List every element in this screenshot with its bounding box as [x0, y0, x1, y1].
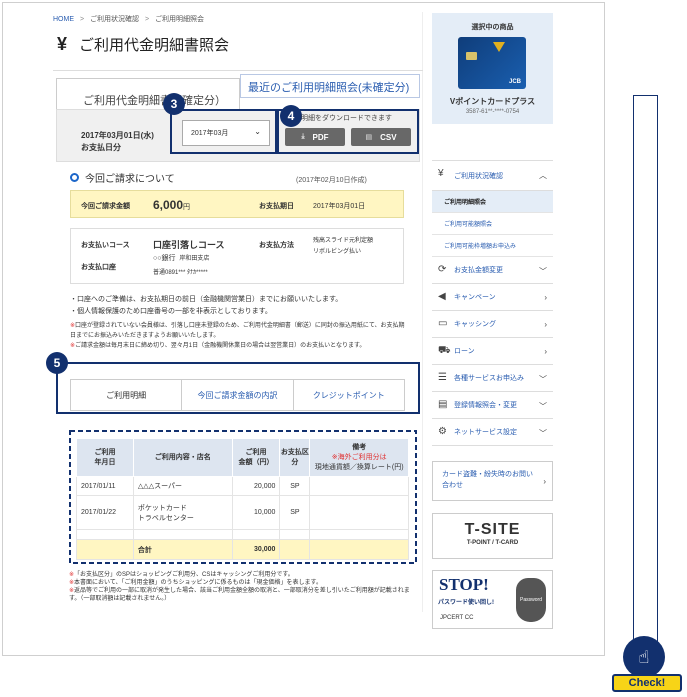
tab-recent-unconfirmed[interactable]: 最近のご利用明細照会(未確定分): [240, 74, 420, 98]
table-footnotes: ※「お支払区分」のSPはショッピングご利用分、CSはキャッシングご利用分です。 …: [69, 572, 410, 602]
chevron-down-icon: ﹀: [539, 402, 547, 411]
sidebar-sub-available[interactable]: ご利用可能額照会: [432, 213, 553, 235]
document-icon: ▤: [438, 399, 448, 410]
payment-notes: ・口座へのご準備は、お支払期日の前日（金融機関営業日）までにお願いいたします。 …: [70, 296, 343, 315]
page-title-text: ご利用代金明細書照会: [79, 37, 230, 54]
tab-credit-point[interactable]: クレジットポイント: [292, 380, 404, 410]
col-header-amount: ご利用 金額（円）: [231, 438, 281, 477]
table-row: 2017/01/11 △△△スーパー 20,000 SP: [76, 476, 409, 496]
breadcrumb: HOME > ご利用状況確認 > ご利用明細照会: [53, 16, 204, 23]
chevron-right-icon: ›: [544, 347, 547, 356]
sidebar-sub-statement[interactable]: ご利用明細照会: [432, 191, 553, 213]
month-select[interactable]: 2017年03月 ⌄: [182, 120, 270, 146]
tab-usage-detail[interactable]: ご利用明細: [71, 380, 182, 410]
list-icon: ☰: [438, 372, 447, 383]
table-row: [76, 529, 409, 540]
chevron-up-icon: ︿: [539, 171, 547, 180]
sidebar-item-loan[interactable]: ⛟ ローン ›: [432, 338, 553, 365]
total-amount: 30,000: [231, 539, 281, 560]
statement-date: 2017年03月01日(水) お支払日分: [81, 131, 154, 152]
payment-course: 口座引落しコース: [153, 240, 225, 250]
stop-password-banner[interactable]: STOP! パスワード使い回し! JPCERT CC Password: [432, 570, 553, 629]
card-number: 3587-61**-****-0754: [465, 109, 520, 115]
tsite-logo: T-SITE: [464, 521, 521, 538]
chevron-down-icon: ⌄: [254, 127, 261, 136]
sidebar-item-net-settings[interactable]: ⚙ ネットサービス設定 ﹀: [432, 419, 553, 446]
breadcrumb-home[interactable]: HOME: [53, 16, 74, 23]
account-number: 普通0891*** ﾀﾅｶ*****: [153, 270, 208, 276]
col-header-shop: ご利用内容・店名: [132, 438, 233, 477]
tab-confirmed-statement[interactable]: ご利用代金明細書（確定分）: [56, 78, 240, 110]
tab-billing-breakdown[interactable]: 今回ご請求金額の内訳: [181, 380, 292, 410]
credit-card-icon: ▭: [438, 318, 448, 329]
card-image: JCB: [458, 37, 526, 89]
card-chip-icon: [466, 52, 477, 60]
pointer-hand-icon: ☝: [623, 636, 665, 678]
page-title: ¥ ご利用代金明細書照会: [57, 34, 229, 55]
sidebar-item-services[interactable]: ☰ 各種サービスお申込み ﹀: [432, 365, 553, 392]
sidebar-item-payment-change[interactable]: ⟳ お支払金額変更 ﹀: [432, 257, 553, 284]
chevron-right-icon: ›: [544, 320, 547, 329]
billing-created-date: (2017年02月10日作成): [296, 177, 367, 184]
main-content: HOME > ご利用状況確認 > ご利用明細照会 ¥ ご利用代金明細書照会 ご利…: [46, 12, 423, 612]
pdf-icon: ⤓: [301, 133, 305, 140]
download-note: 明細をダウンロードできます: [301, 115, 392, 122]
breadcrumb-usage[interactable]: ご利用状況確認: [90, 16, 139, 23]
tsite-banner[interactable]: T-SITE T-POINT / T-CARD: [432, 513, 553, 559]
col-header-type: お支払区分: [279, 438, 311, 477]
csv-download-button[interactable]: ▤ CSV: [351, 128, 411, 146]
sidebar-item-cashing[interactable]: ▭ キャッシング ›: [432, 311, 553, 338]
billing-amount: 6,000円: [153, 198, 191, 212]
sidebar-sub-increase[interactable]: ご利用可能枠増額お申込み: [432, 235, 553, 257]
usage-table: ご利用 年月日 ご利用内容・店名 ご利用 金額（円） お支払区分 備考 ※海外ご利用分…: [76, 438, 409, 560]
payment-due-date: 2017年03月01日: [313, 203, 366, 210]
chevron-down-icon: ﹀: [539, 375, 547, 384]
csv-icon: ▤: [365, 134, 373, 141]
pdf-download-button[interactable]: ⤓ PDF: [285, 128, 345, 146]
breadcrumb-current: ご利用明細照会: [155, 16, 204, 23]
refresh-icon: ⟳: [438, 264, 447, 275]
detail-tab-bar: ご利用明細 今回ご請求金額の内訳 クレジットポイント: [70, 379, 405, 411]
sidebar-item-campaign[interactable]: ◀ キャンペーン ›: [432, 284, 553, 311]
step-badge-3: 3: [163, 93, 185, 115]
table-total-row: 合計 30,000: [76, 539, 409, 560]
yen-icon: ¥: [57, 34, 68, 54]
col-header-date: ご利用 年月日: [76, 438, 134, 477]
card-emblem-icon: [493, 42, 505, 52]
card-name: Vポイントカードプラス: [449, 97, 536, 106]
megaphone-icon: ◀: [438, 291, 446, 302]
lost-card-link[interactable]: カード盗難・紛失時のお問い合わせ ›: [432, 461, 553, 501]
chevron-down-icon: ﹀: [539, 429, 547, 438]
table-row: 2017/01/22 ポケットカード トラベルセンター 10,000 SP: [76, 495, 409, 530]
selected-card-panel: 選択中の商品 JCB Vポイントカードプラス 3587-61**-****-07…: [432, 13, 553, 124]
hand-icon: Password: [516, 578, 546, 622]
check-button[interactable]: Check!: [612, 674, 682, 692]
connector-line: [633, 95, 658, 643]
payment-caution-notes: ※口座が登録されていない会員様は、引落し口座未登録のため、ご利用代金明細書（郵送…: [70, 323, 405, 349]
gear-icon: ⚙: [438, 426, 447, 437]
side-navigation: ¥ ご利用状況確認 ︿ ご利用明細照会 ご利用可能額照会 ご利用可能枠増額お申込…: [432, 160, 553, 446]
sidebar-item-registration[interactable]: ▤ 登録情報照会・変更 ﹀: [432, 392, 553, 419]
chevron-right-icon: ›: [543, 477, 546, 486]
step-badge-5: 5: [46, 352, 68, 374]
chevron-down-icon: ﹀: [539, 267, 547, 276]
billing-section-title: 今回ご請求について: [70, 170, 175, 185]
step-badge-4: 4: [280, 105, 302, 127]
payment-summary: 今回ご請求金額 6,000円 お支払期日 2017年03月01日: [70, 190, 404, 218]
payment-detail: お支払いコース 口座引落しコース ○○銀行 岸和田支店 お支払口座 普通0891…: [70, 228, 404, 284]
circle-icon: [70, 173, 79, 182]
col-header-remarks: 備考 ※海外ご利用分は 現地通貨額／換算レート(円): [309, 438, 409, 477]
chevron-right-icon: ›: [544, 293, 547, 302]
cart-icon: ⛟: [438, 345, 451, 356]
sidebar-item-usage[interactable]: ¥ ご利用状況確認 ︿: [432, 161, 553, 191]
yen-icon: ¥: [438, 168, 444, 179]
usage-table-wrapper: ご利用 年月日 ご利用内容・店名 ご利用 金額（円） お支払区分 備考 ※海外ご利用分…: [69, 430, 417, 564]
title-divider: [53, 70, 423, 71]
bank-name: ○○銀行 岸和田支店: [153, 255, 210, 262]
